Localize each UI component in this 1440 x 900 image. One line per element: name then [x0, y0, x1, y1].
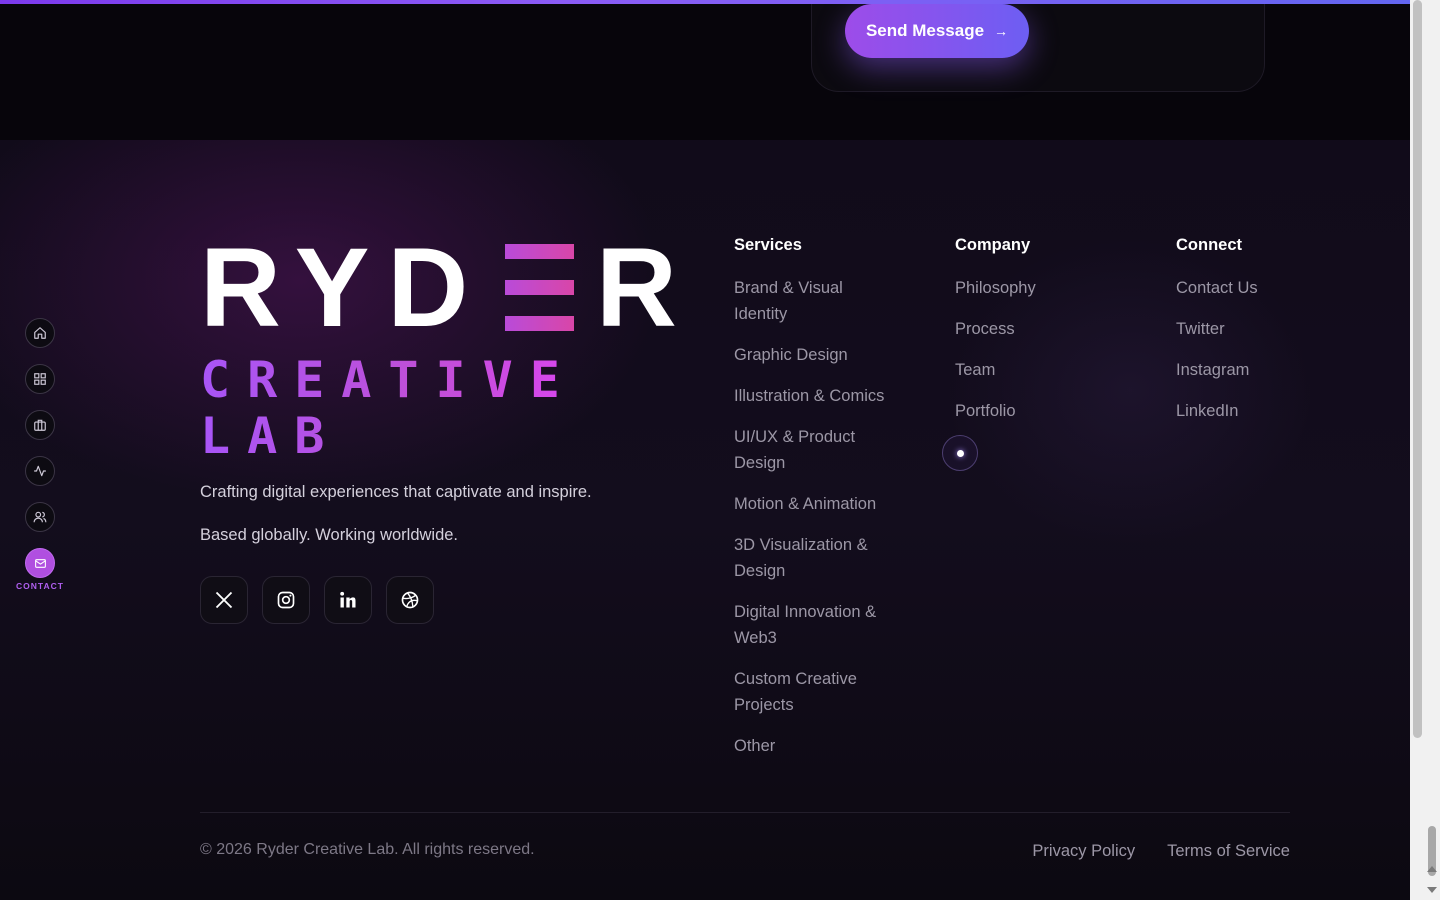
- logo-subtitle: CREATIVE LAB: [200, 352, 577, 464]
- x-icon: [215, 591, 233, 609]
- mail-icon: [34, 558, 46, 568]
- social-x-button[interactable]: [200, 576, 248, 624]
- services-link[interactable]: Motion & Animation: [734, 491, 894, 517]
- linkedin-icon: [340, 591, 356, 608]
- logo-subtitle-line1: CREATIVE: [200, 351, 577, 409]
- send-message-button[interactable]: Send Message →: [845, 4, 1029, 58]
- services-link[interactable]: Brand & Visual Identity: [734, 275, 894, 327]
- footer-company-column: Company Philosophy Process Team Portfoli…: [955, 236, 1115, 439]
- company-link[interactable]: Process: [955, 316, 1115, 342]
- activity-icon: [34, 465, 46, 477]
- nav-team-button[interactable]: [25, 502, 55, 532]
- users-icon: [33, 511, 47, 523]
- nav-process-button[interactable]: [25, 456, 55, 486]
- services-link[interactable]: Illustration & Comics: [734, 383, 894, 409]
- nav-contact-button[interactable]: [25, 548, 55, 578]
- social-links: [200, 576, 434, 624]
- services-link[interactable]: Custom Creative Projects: [734, 666, 894, 718]
- side-navigation: CONTACT: [16, 318, 64, 591]
- logo-wordmark-right: R: [596, 225, 677, 350]
- custom-cursor: [942, 435, 978, 471]
- footer-divider: [200, 812, 1290, 813]
- privacy-policy-link[interactable]: Privacy Policy: [1032, 842, 1135, 861]
- logo-subtitle-line2: LAB: [200, 407, 342, 465]
- grid-icon: [34, 373, 46, 385]
- scroll-up-icon[interactable]: [1427, 866, 1437, 872]
- nav-home-button[interactable]: [25, 318, 55, 348]
- connect-link[interactable]: Contact Us: [1176, 275, 1336, 301]
- arrow-right-icon: →: [994, 23, 1009, 39]
- social-instagram-button[interactable]: [262, 576, 310, 624]
- brand-tagline: Crafting digital experiences that captiv…: [200, 483, 592, 501]
- scroll-progress-bar: [0, 0, 1410, 4]
- services-link[interactable]: Other: [734, 733, 894, 759]
- connect-link[interactable]: Instagram: [1176, 357, 1336, 383]
- footer-connect-column: Connect Contact Us Twitter Instagram Lin…: [1176, 236, 1336, 439]
- services-link[interactable]: UI/UX & Product Design: [734, 424, 894, 476]
- contact-section: Send Message →: [0, 0, 1410, 140]
- send-message-label: Send Message: [865, 21, 985, 40]
- logo-wordmark-left: RYD: [200, 225, 487, 350]
- nav-services-button[interactable]: [25, 364, 55, 394]
- page-scrollbar[interactable]: [1410, 0, 1440, 900]
- services-heading: Services: [734, 236, 802, 254]
- scrollbar-thumb[interactable]: [1413, 0, 1422, 738]
- nav-work-button[interactable]: [25, 410, 55, 440]
- connect-link[interactable]: Twitter: [1176, 316, 1336, 342]
- nav-active-label: CONTACT: [16, 581, 64, 591]
- company-heading: Company: [955, 236, 1031, 254]
- social-dribbble-button[interactable]: [386, 576, 434, 624]
- briefcase-icon: [34, 419, 46, 431]
- company-link[interactable]: Team: [955, 357, 1115, 383]
- social-linkedin-button[interactable]: [324, 576, 372, 624]
- scroll-down-icon[interactable]: [1427, 887, 1437, 893]
- connect-link[interactable]: LinkedIn: [1176, 398, 1336, 424]
- terms-of-service-link[interactable]: Terms of Service: [1167, 842, 1290, 861]
- company-link[interactable]: Philosophy: [955, 275, 1115, 301]
- instagram-icon: [277, 591, 295, 609]
- connect-heading: Connect: [1176, 236, 1242, 254]
- home-icon: [34, 327, 46, 339]
- logo-e-mark: [505, 244, 574, 331]
- dribbble-icon: [401, 591, 419, 609]
- legal-links: Privacy Policy Terms of Service: [1032, 842, 1290, 861]
- services-link[interactable]: Graphic Design: [734, 342, 894, 368]
- page: Send Message → RYD R CREATIVE LAB Crafti…: [0, 0, 1410, 900]
- services-link[interactable]: Digital Innovation & Web3: [734, 599, 894, 651]
- company-link[interactable]: Portfolio: [955, 398, 1115, 424]
- footer-services-column: Services Brand & Visual Identity Graphic…: [734, 236, 894, 774]
- brand-location: Based globally. Working worldwide.: [200, 526, 459, 544]
- services-link[interactable]: 3D Visualization & Design: [734, 532, 894, 584]
- copyright-text: © 2026 Ryder Creative Lab. All rights re…: [200, 841, 535, 858]
